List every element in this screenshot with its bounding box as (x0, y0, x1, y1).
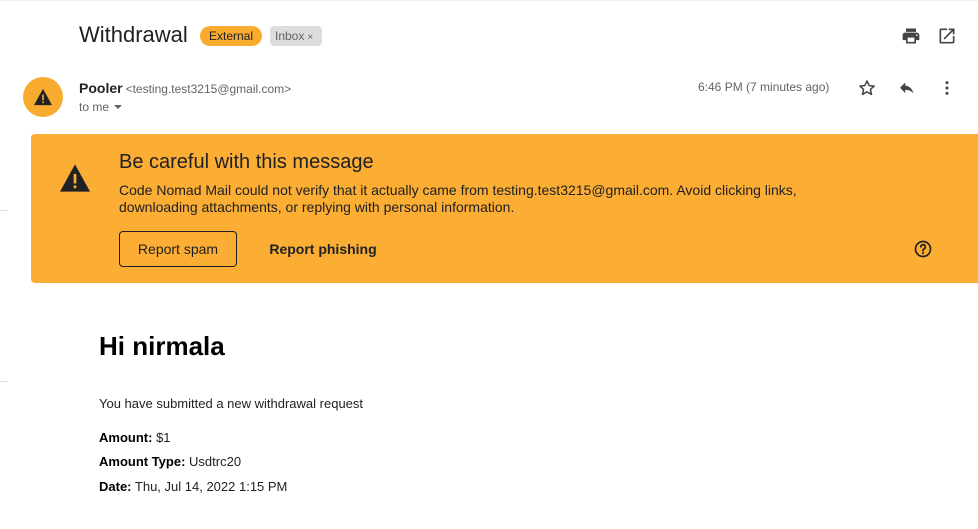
email-timestamp: 6:46 PM (7 minutes ago) (698, 80, 830, 94)
star-icon (859, 80, 875, 96)
sender-email: <testing.test3215@gmail.com> (125, 82, 292, 96)
amount-type-value: Usdtrc20 (189, 454, 242, 469)
help-button[interactable] (911, 237, 935, 261)
reply-icon (900, 82, 914, 94)
inbox-label[interactable]: Inbox × (270, 26, 322, 46)
more-vert-icon (945, 81, 949, 95)
left-edge-divider (0, 210, 8, 211)
help-icon (914, 240, 932, 258)
open-in-new-window-button[interactable] (935, 24, 959, 48)
banner-warning-icon-wrap (58, 163, 92, 198)
print-button[interactable] (899, 24, 923, 48)
sender-info[interactable]: Pooler <testing.test3215@gmail.com> (79, 80, 291, 96)
warning-text: Code Nomad Mail could not verify that it… (119, 182, 797, 215)
amount-label: Amount: (99, 430, 153, 445)
date-value: Thu, Jul 14, 2022 1:15 PM (134, 479, 288, 494)
remove-label-icon[interactable]: × (307, 32, 313, 43)
date-line: Date: Thu, Jul 14, 2022 1:15 PM (99, 479, 287, 494)
more-options-button[interactable] (935, 76, 959, 100)
open-in-new-window-icon (939, 28, 955, 44)
warning-icon (60, 164, 90, 192)
warning-icon (34, 88, 52, 106)
left-edge-divider (0, 381, 8, 382)
amount-type-label: Amount Type: (99, 454, 186, 469)
warning-title: Be careful with this message (119, 151, 374, 173)
external-label: External (200, 26, 262, 46)
amount-line: Amount: $1 (99, 430, 171, 445)
body-intro: You have submitted a new withdrawal requ… (99, 396, 364, 411)
chevron-down-icon[interactable] (113, 102, 123, 112)
report-spam-button[interactable]: Report spam (119, 231, 237, 267)
amount-type-line: Amount Type: Usdtrc20 (99, 454, 241, 469)
reply-button[interactable] (895, 76, 919, 100)
star-button[interactable] (855, 76, 879, 100)
sender-avatar[interactable] (23, 77, 63, 117)
amount-value: $1 (156, 430, 171, 445)
report-phishing-button[interactable]: Report phishing (262, 231, 384, 267)
recipient-text: to me (79, 100, 110, 114)
date-label: Date: (99, 479, 132, 494)
sender-name[interactable]: Pooler (79, 80, 123, 96)
print-icon (902, 28, 920, 44)
inbox-label-text: Inbox (275, 29, 305, 43)
email-greeting: Hi nirmala (99, 331, 225, 361)
top-divider (0, 0, 978, 1)
email-subject: Withdrawal (79, 22, 188, 47)
recipient-details[interactable]: to me (79, 100, 123, 114)
